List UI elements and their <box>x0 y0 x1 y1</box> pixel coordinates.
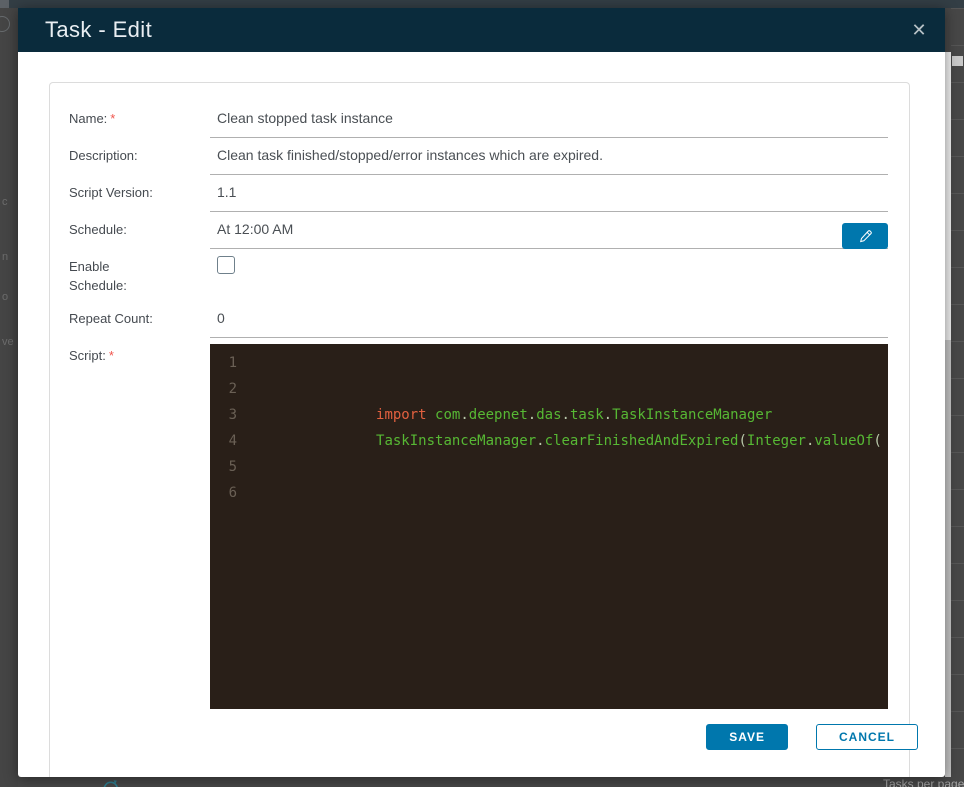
description-input[interactable]: Clean task finished/stopped/error instan… <box>210 144 888 175</box>
form-row-enable-schedule: Enable Schedule: <box>69 255 888 295</box>
enable-schedule-control <box>210 255 888 295</box>
refresh-icon <box>100 777 120 787</box>
form-row-name: Name: * Clean stopped task instance <box>69 107 888 138</box>
modal-footer: SAVE CANCEL <box>706 724 918 750</box>
save-button[interactable]: SAVE <box>706 724 788 750</box>
form-row-repeat-count: Repeat Count: 0 <box>69 307 888 338</box>
modal-title: Task - Edit <box>45 17 153 42</box>
schedule-label: Schedule: <box>69 222 127 237</box>
enable-schedule-label: Enable Schedule: <box>69 259 127 293</box>
enable-schedule-checkbox[interactable] <box>217 256 235 274</box>
script-version-input[interactable]: 1.1 <box>210 181 888 212</box>
name-label: Name: * <box>69 111 116 126</box>
form-row-schedule: Schedule: At 12:00 AM <box>69 218 888 249</box>
script-version-label: Script Version: <box>69 185 153 200</box>
form-card: Name: * Clean stopped task instance Descr… <box>49 82 910 777</box>
schedule-input[interactable]: At 12:00 AM <box>210 218 888 249</box>
form-row-description: Description: Clean task finished/stopped… <box>69 144 888 175</box>
pencil-icon <box>859 229 872 242</box>
schedule-edit-button[interactable] <box>842 223 888 249</box>
editor-code-area[interactable]: import com.deepnet.das.task.TaskInstance… <box>250 344 888 709</box>
description-label: Description: <box>69 148 138 163</box>
background-top-corner <box>0 0 9 8</box>
script-code-editor[interactable]: 123456 import com.deepnet.das.task.TaskI… <box>210 344 888 709</box>
form-row-script-version: Script Version: 1.1 <box>69 181 888 212</box>
required-marker: * <box>110 111 116 126</box>
repeat-count-input[interactable]: 0 <box>210 307 888 338</box>
close-button[interactable]: ✕ <box>906 17 932 43</box>
repeat-count-label: Repeat Count: <box>69 311 153 326</box>
background-left-fragments: c n o ve <box>0 8 18 787</box>
script-control: 123456 import com.deepnet.das.task.TaskI… <box>210 344 888 709</box>
background-light-patch <box>952 56 963 66</box>
close-icon: ✕ <box>911 20 927 40</box>
form-row-script: Script: * 123456 import com.deepnet.das.t… <box>69 344 888 709</box>
screen: c n o ve Tasks per page Task - Edit ✕ Name:… <box>0 0 964 787</box>
editor-line-numbers: 123456 <box>228 355 237 501</box>
script-label: Script: * <box>69 348 114 363</box>
name-input[interactable]: Clean stopped task instance <box>210 107 888 138</box>
modal-header: Task - Edit ✕ <box>18 8 945 52</box>
background-table-rows <box>951 8 964 787</box>
task-edit-modal: Task - Edit ✕ Name: * Clean stopped task … <box>18 8 945 777</box>
required-marker: * <box>108 348 114 363</box>
scrollbar-thumb[interactable] <box>945 52 951 340</box>
cancel-button[interactable]: CANCEL <box>816 724 918 750</box>
tasks-per-page-label: Tasks per page <box>883 777 964 787</box>
page-scrollbar[interactable] <box>945 52 951 777</box>
background-top-bar <box>0 0 964 8</box>
